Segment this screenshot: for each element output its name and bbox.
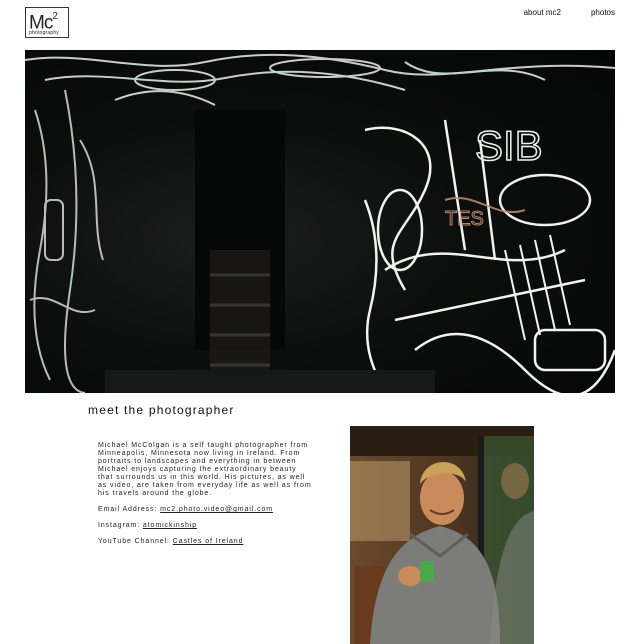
portrait-illustration [350, 426, 534, 644]
youtube-line: YouTube Channel: Castles of Ireland [98, 538, 313, 546]
svg-text:TES: TES [445, 208, 484, 230]
bio-text: Michael McColgan is a self taught photog… [98, 442, 313, 554]
bio-paragraph: Michael McColgan is a self taught photog… [98, 442, 312, 497]
section-heading: meet the photographer [88, 403, 235, 417]
site-logo[interactable]: Mc2 photography [25, 7, 69, 38]
neon-signs-illustration: SIB TES [25, 53, 615, 393]
instagram-line: Instagram: atomickinship [98, 522, 313, 530]
youtube-link[interactable]: Castles of Ireland [173, 538, 244, 545]
email-line: Email Address: mc2.photo.video@gmail.com [98, 506, 313, 514]
svg-text:SIB: SIB [475, 122, 543, 169]
hero-image: SIB TES [25, 50, 615, 393]
photographer-portrait [350, 426, 534, 644]
nav-about[interactable]: about mc2 [524, 8, 561, 17]
top-nav: about mc2 photos [524, 8, 615, 17]
youtube-label: YouTube Channel: [98, 538, 173, 545]
nav-photos[interactable]: photos [591, 8, 615, 17]
email-link[interactable]: mc2.photo.video@gmail.com [160, 506, 273, 513]
instagram-link[interactable]: atomickinship [143, 522, 197, 529]
instagram-label: Instagram: [98, 522, 143, 529]
email-label: Email Address: [98, 506, 161, 513]
logo-subtitle: photography [29, 30, 60, 36]
